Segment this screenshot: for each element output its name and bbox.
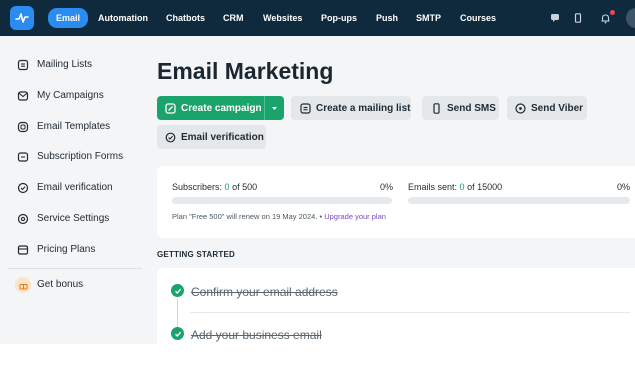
send-sms-label: Send SMS [447,102,496,114]
subscribers-stat: Subscribers: 0 of 500 [172,182,258,192]
create-campaign-label: Create campaign [181,102,262,114]
step-confirm-email[interactable]: Confirm your email address [191,285,338,299]
chat-icon[interactable] [546,9,564,27]
email-verification-label: Email verification [181,131,264,143]
nav-websites[interactable]: Websites [263,9,302,27]
sendpulse-logo-icon[interactable] [10,6,34,30]
nav-courses[interactable]: Courses [460,9,496,27]
create-mailing-list-label: Create a mailing list [316,102,411,114]
nav-crm[interactable]: CRM [223,9,244,27]
send-viber-button[interactable]: Send Viber [507,96,587,120]
nav-chatbots[interactable]: Chatbots [166,9,205,27]
create-campaign-button[interactable]: Create campaign [157,96,264,120]
list-icon [300,102,311,114]
sidebar-item-get-bonus[interactable]: Get bonus [0,273,150,297]
sidebar-item-email-templates[interactable]: Email Templates [0,115,150,139]
sidebar-item-subscription-forms[interactable]: Subscription Forms [0,145,150,169]
verify-icon [165,132,176,142]
chevron-down-icon [272,106,277,110]
sidebar-item-label: Service Settings [37,213,110,224]
verify-icon [17,182,29,194]
viber-icon [515,102,526,114]
list-icon [17,59,29,71]
gift-icon [15,277,31,293]
edit-icon [165,102,176,114]
sidebar-item-label: Pricing Plans [37,244,96,255]
sidebar-divider [8,268,142,269]
emails-sent-count: 0 [459,182,465,192]
emails-sent-stat: Emails sent: 0 of 15000 [408,182,503,192]
plan-renewal-text: Plan "Free 500" will renew on 19 May 202… [172,212,386,221]
sidebar-item-label: Email verification [37,182,113,193]
getting-started-title: GETTING STARTED [157,250,235,259]
nav-email[interactable]: Email [48,8,89,28]
nav-push[interactable]: Push [376,9,398,27]
steps-connector [177,298,178,328]
sidebar-item-service-settings[interactable]: Service Settings [0,207,150,231]
top-navigation-bar: Email Automation Chatbots CRM Websites P… [0,0,635,36]
sidebar-item-label: Get bonus [37,279,84,290]
sidebar-item-mailing-lists[interactable]: Mailing Lists [0,53,150,77]
emails-sent-progress-bar [408,197,630,204]
subscribers-progress-bar [172,197,392,204]
page-title: Email Marketing [157,58,334,84]
sidebar-item-label: Mailing Lists [37,59,93,70]
mobile-icon [433,102,440,114]
send-sms-button[interactable]: Send SMS [422,96,499,120]
sidebar-item-label: My Campaigns [37,90,104,101]
notification-badge [610,10,615,15]
steps-divider [190,312,630,313]
nav-automation[interactable]: Automation [98,9,148,27]
emails-sent-percent: 0% [617,182,631,192]
subscribers-percent: 0% [380,182,394,192]
send-viber-label: Send Viber [531,102,584,114]
mobile-icon[interactable] [569,9,587,27]
subscribers-count: 0 [224,182,230,192]
template-icon [17,121,29,133]
create-campaign-dropdown[interactable] [264,96,284,120]
sidebar-item-label: Email Templates [37,121,111,132]
step-complete-check-icon [171,327,184,340]
nav-smtp[interactable]: SMTP [416,9,441,27]
sidebar-item-pricing-plans[interactable]: Pricing Plans [0,238,150,262]
email-verification-button[interactable]: Email verification [157,125,266,149]
upgrade-plan-link[interactable]: Upgrade your plan [324,212,386,221]
nav-popups[interactable]: Pop-ups [321,9,357,27]
step-add-business-email[interactable]: Add your business email [191,328,322,342]
campaign-icon [17,91,29,101]
step-complete-check-icon [171,284,184,297]
pricing-icon [17,245,29,255]
create-mailing-list-button[interactable]: Create a mailing list [291,96,411,120]
settings-icon [17,213,29,225]
sidebar-item-my-campaigns[interactable]: My Campaigns [0,84,150,108]
form-icon [17,152,29,162]
sidebar-item-label: Subscription Forms [37,151,124,162]
sidebar-item-email-verification[interactable]: Email verification [0,176,150,200]
avatar[interactable] [626,8,635,28]
